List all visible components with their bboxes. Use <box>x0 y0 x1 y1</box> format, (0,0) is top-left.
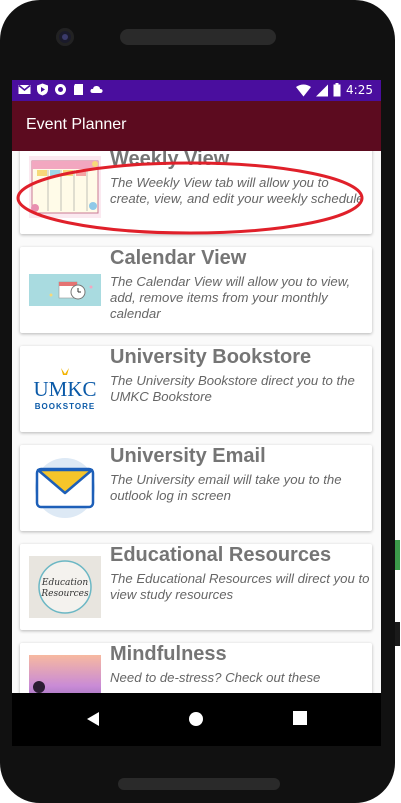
card-title: Weekly View <box>110 151 230 170</box>
side-button <box>395 540 400 570</box>
card-weekly-view[interactable]: Weekly View The Weekly View tab will all… <box>20 151 372 234</box>
image-text-1: Education <box>41 578 88 588</box>
device-screen: 4:25 Event Planner Weekly View The Weekl… <box>12 80 381 746</box>
status-bar: 4:25 <box>12 80 381 101</box>
card-description: The Educational Resources will direct yo… <box>110 571 370 602</box>
card-university-bookstore[interactable]: UMKC BOOKSTORE University Bookstore The … <box>20 346 372 432</box>
clock-time: 4:25 <box>346 83 373 97</box>
envelope-icon <box>35 458 95 518</box>
mindfulness-image <box>29 655 101 693</box>
front-camera <box>56 28 74 46</box>
card-description: Need to de-stress? Check out these <box>110 670 321 685</box>
cloud-icon <box>90 85 103 93</box>
battery-icon <box>333 83 341 97</box>
phone-frame: 4:25 Event Planner Weekly View The Weekl… <box>0 0 395 803</box>
feature-list[interactable]: Weekly View The Weekly View tab will all… <box>12 151 381 693</box>
card-description: The University email will take you to th… <box>110 472 342 503</box>
recents-button[interactable] <box>293 711 307 725</box>
weekly-planner-image <box>29 156 101 218</box>
circle-icon <box>55 84 66 95</box>
card-calendar-view[interactable]: Calendar View The Calendar View will all… <box>20 247 372 333</box>
home-button[interactable] <box>188 711 204 727</box>
calendar-clock-image <box>29 274 101 306</box>
card-description: The Calendar View will allow you to view… <box>110 274 351 321</box>
card-description: The Weekly View tab will allow you to cr… <box>110 175 364 206</box>
card-title: Mindfulness <box>110 643 227 665</box>
umkc-bookstore-logo: UMKC BOOKSTORE <box>29 358 101 420</box>
card-title: Calendar View <box>110 247 247 269</box>
card-description: The University Bookstore direct you to t… <box>110 373 355 404</box>
card-mindfulness[interactable]: Mindfulness Need to de-stress? Check out… <box>20 643 372 693</box>
signal-icon <box>316 84 329 96</box>
card-title: University Bookstore <box>110 346 312 368</box>
shield-play-icon <box>37 83 48 96</box>
education-resources-image: Education Resources <box>29 556 101 618</box>
image-text-2: Resources <box>40 589 89 599</box>
back-button[interactable] <box>86 711 100 727</box>
card-university-email[interactable]: University Email The University email wi… <box>20 445 372 531</box>
logo-subtext: BOOKSTORE <box>35 402 95 411</box>
bottom-speaker <box>118 778 280 790</box>
card-title: University Email <box>110 445 266 467</box>
logo-text: UMKC <box>33 377 96 401</box>
side-button <box>395 622 400 646</box>
wifi-icon <box>296 84 312 96</box>
app-title: Event Planner <box>26 116 127 133</box>
card-title: Educational Resources <box>110 544 332 566</box>
card-educational-resources[interactable]: Education Resources Educational Resource… <box>20 544 372 630</box>
navigation-bar <box>12 693 381 746</box>
sd-card-icon <box>74 84 83 95</box>
gmail-icon <box>18 84 31 94</box>
top-speaker <box>120 29 276 45</box>
app-bar: Event Planner <box>12 101 381 151</box>
